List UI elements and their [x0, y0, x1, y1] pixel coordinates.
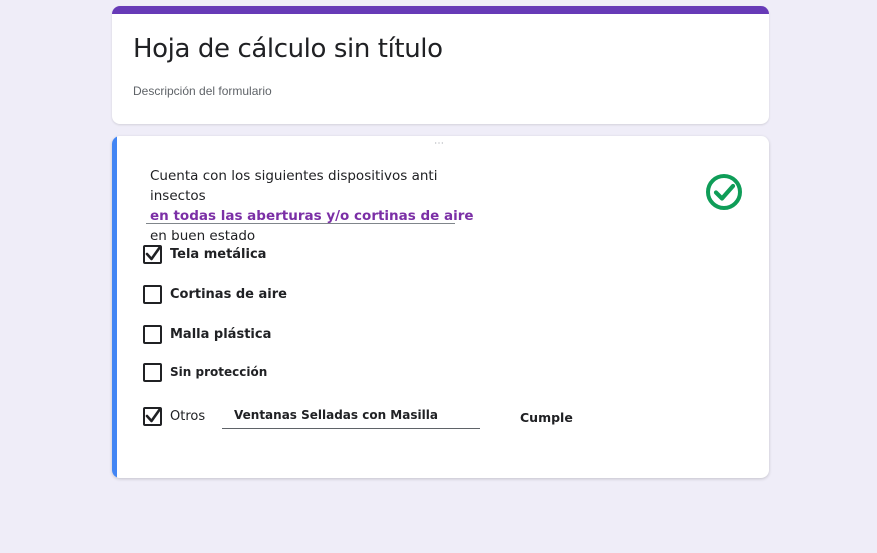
option-label: Malla plástica: [170, 326, 272, 342]
option-sin-proteccion[interactable]: Sin protección: [143, 362, 267, 382]
compliance-status: Cumple: [520, 410, 573, 425]
checkbox-otros[interactable]: [143, 406, 162, 426]
form-title[interactable]: Hoja de cálculo sin título: [133, 34, 443, 64]
drag-handle-icon[interactable]: ⋯: [434, 138, 445, 149]
option-label: Sin protección: [170, 365, 268, 379]
option-tela-metalica[interactable]: Tela metálica: [143, 244, 266, 264]
question-card[interactable]: ⋯ Cuenta con los siguientes dispositivos…: [112, 136, 769, 478]
checkbox-cortinas-de-aire[interactable]: [143, 284, 162, 304]
active-question-indicator: [112, 136, 117, 478]
checkmark-icon: [145, 407, 162, 422]
question-text-highlight: en todas las aberturas y/o cortinas de a…: [150, 208, 474, 224]
header-accent-bar: [112, 6, 769, 14]
check-circle-icon: [706, 174, 742, 210]
other-input-value: Ventanas Selladas con Masilla: [234, 408, 438, 422]
other-text-input[interactable]: Ventanas Selladas con Masilla: [222, 406, 480, 429]
option-otros[interactable]: Otros: [143, 406, 205, 426]
option-malla-plastica[interactable]: Malla plástica: [143, 324, 271, 344]
checkbox-sin-proteccion[interactable]: [143, 362, 162, 382]
checkbox-tela-metalica[interactable]: [143, 244, 162, 264]
form-header-card: Hoja de cálculo sin título Descripción d…: [112, 6, 769, 124]
option-label: Otros: [170, 408, 206, 424]
question-underline: [146, 223, 455, 224]
checkbox-malla-plastica[interactable]: [143, 324, 162, 344]
checkmark-icon: [145, 245, 162, 260]
option-cortinas-de-aire[interactable]: Cortinas de aire: [143, 284, 287, 304]
question-text[interactable]: Cuenta con los siguientes dispositivos a…: [150, 166, 490, 246]
option-label: Cortinas de aire: [170, 286, 287, 302]
question-text-part1: Cuenta con los siguientes dispositivos a…: [150, 168, 438, 204]
question-text-part2: en buen estado: [150, 228, 256, 244]
form-description[interactable]: Descripción del formulario: [133, 84, 272, 98]
option-label: Tela metálica: [170, 246, 267, 262]
